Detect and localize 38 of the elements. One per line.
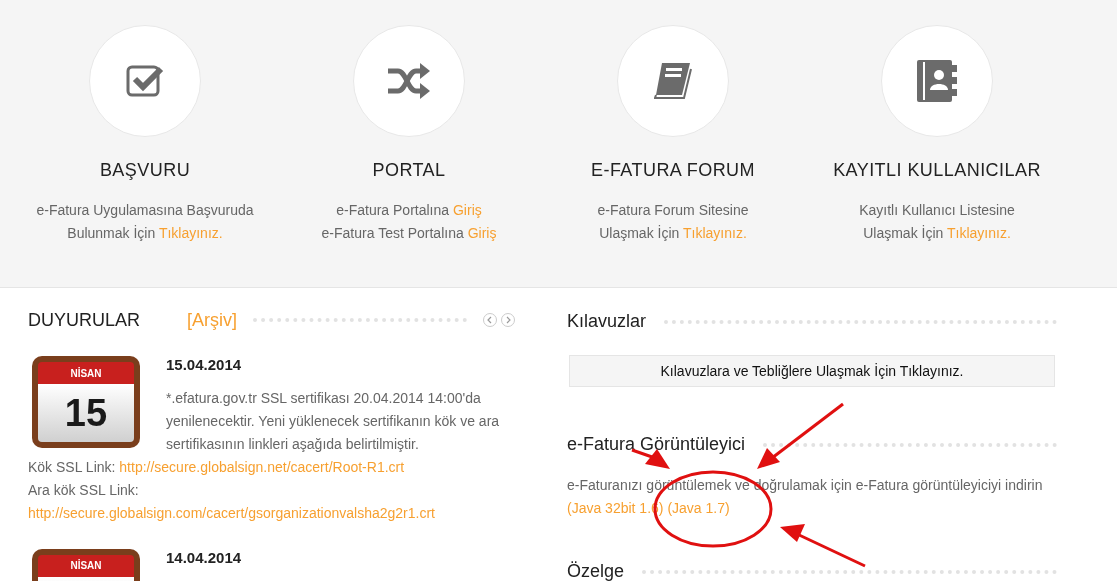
feature-description: Kayıtlı Kullanıcı Listesine — [859, 201, 1015, 220]
download-link[interactable]: (Java 1.7) — [667, 500, 730, 516]
calendar-month: NİSAN — [70, 558, 102, 573]
shuffle-icon — [388, 63, 430, 99]
feature-description: e-Fatura Uygulamasına Başvuruda — [36, 201, 254, 220]
feature-description: e-Fatura Test Portalına Giriş — [321, 224, 497, 243]
feature-title: E-FATURA FORUM — [591, 159, 755, 182]
feature-description: Bulunmak İçin Tıklayınız. — [67, 224, 223, 243]
address-book-icon — [917, 60, 957, 102]
feature-description: Ulaşmak İçin Tıklayınız. — [599, 224, 747, 243]
link[interactable]: Giriş — [452, 202, 482, 218]
archive-link[interactable]: [Arşiv] — [187, 306, 238, 334]
feature-description: e-Fatura Forum Sitesine — [597, 201, 749, 220]
link-label: Ara kök SSL Link: — [28, 481, 139, 498]
section-heading: Kılavuzlar — [567, 310, 647, 333]
link[interactable]: Giriş — [467, 225, 497, 241]
section-heading: e-Fatura Görüntüleyici — [567, 433, 746, 456]
link[interactable]: http://secure.globalsign.com/cacert/gsorganizationvalsha2g2r1.crt — [28, 504, 435, 521]
checkbox-icon — [126, 64, 164, 98]
link-label: Kök SSL Link: — [28, 458, 116, 475]
announcement-text: *.efatura.gov.tr SSL sertifikası 20.04.2014 14:00'da yenilenecektir. Yeni yüklenecek sertifikanın kök ve ara sertifikasının linkleri aşağıda belirtilmiştir. — [166, 388, 501, 454]
announcement-date: 14.04.2014 — [166, 547, 242, 568]
link[interactable]: http://secure.globalsign.net/cacert/Root-R1.crt — [119, 458, 405, 475]
feature-title: KAYITLI KULLANICILAR — [833, 159, 1041, 182]
announcement-date: 15.04.2014 — [166, 355, 243, 375]
section-heading: Özelge — [567, 560, 625, 581]
calendar-month: NİSAN — [70, 366, 102, 381]
link[interactable]: Tıklayınız. — [683, 225, 747, 241]
feature-description: e-Fatura Portalına Giriş — [336, 201, 482, 220]
section-heading: DUYURULAR — [28, 308, 141, 332]
book-icon — [654, 63, 692, 99]
link[interactable]: Tıklayınız. — [158, 225, 223, 241]
feature-title: PORTAL — [372, 159, 446, 182]
guides-button[interactable]: Kılavuzlara ve Tebliğlere Ulaşmak İçin Tıklayınız. — [569, 355, 1055, 387]
link[interactable]: Tıklayınız. — [947, 225, 1011, 241]
calendar-day: 15 — [64, 394, 108, 432]
feature-title: BAŞVURU — [99, 159, 191, 182]
feature-description: Ulaşmak İçin Tıklayınız. — [863, 224, 1011, 243]
